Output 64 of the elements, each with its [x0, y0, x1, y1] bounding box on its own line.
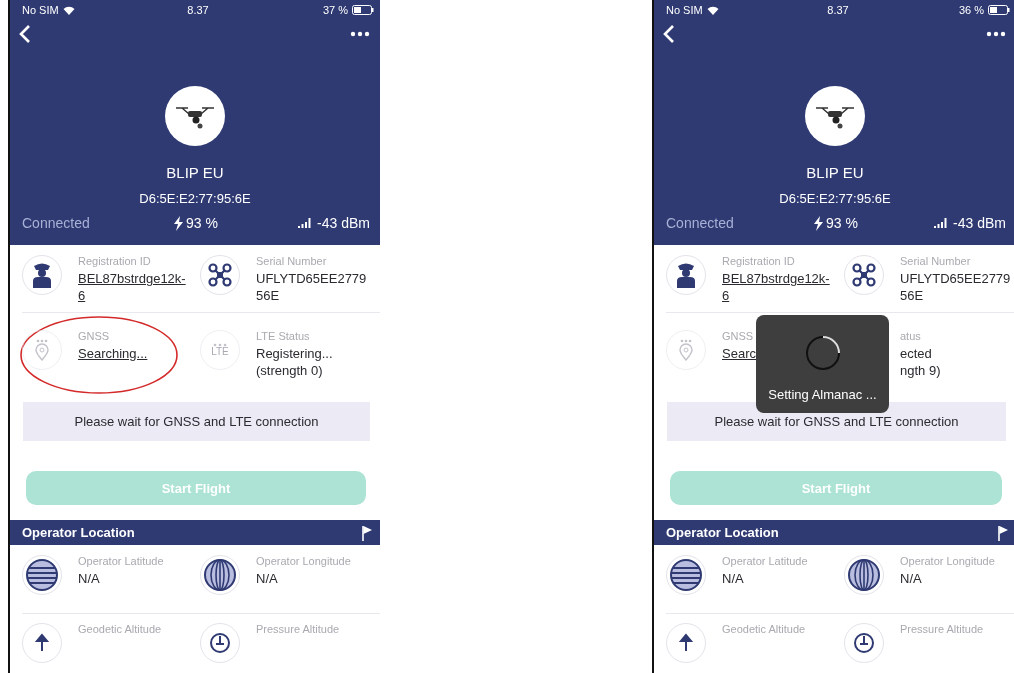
field-value: UFLYTD65EE277956E [256, 270, 367, 304]
field-value: N/A [722, 570, 745, 587]
field-value: ected ngth 9) [900, 345, 942, 379]
flag-icon [998, 524, 1008, 541]
battery-level-text: 93 % [186, 215, 218, 231]
signal-strength-text: -43 dBm [317, 215, 370, 231]
battery-icon [352, 5, 374, 15]
field-link[interactable]: BEL87bstrdge12k-6 [78, 270, 189, 304]
device-name: BLIP EU [166, 164, 224, 181]
connection-status: Connected [22, 215, 91, 231]
field-value: N/A [900, 570, 923, 587]
clock-text: 8.37 [187, 4, 209, 16]
back-button[interactable] [18, 24, 32, 44]
back-button[interactable] [662, 24, 676, 44]
field-value: N/A [78, 570, 101, 587]
field-link[interactable]: BEL87bstrdge12k-6 [722, 270, 833, 304]
battery-icon [988, 5, 1010, 15]
field-link[interactable]: Searching... [78, 345, 189, 362]
field-label: LTE Status [256, 330, 311, 342]
field-label: Operator Longitude [900, 555, 996, 567]
field-value: N/A [256, 570, 279, 587]
field-label: atus [900, 330, 922, 342]
flag-icon [362, 524, 372, 541]
field-label: Serial Number [256, 255, 328, 267]
field-label: Operator Longitude [256, 555, 352, 567]
field-label: Serial Number [900, 255, 972, 267]
field-value: UFLYTD65EE277956E [900, 270, 1011, 304]
connection-status: Connected [666, 215, 735, 231]
more-button[interactable] [986, 31, 1006, 37]
overlay-message: Setting Almanac ... [768, 387, 877, 402]
signal-icon [934, 218, 948, 228]
field-label: Registration ID [722, 255, 796, 267]
battery-text: 37 % [322, 4, 348, 16]
wifi-icon [62, 5, 75, 15]
device-address: D6:5E:E2:77:95:6E [139, 191, 251, 206]
wifi-icon [706, 5, 719, 15]
more-button[interactable] [350, 31, 370, 37]
drone-avatar [805, 86, 865, 146]
lightning-icon [174, 215, 184, 231]
signal-strength-text: -43 dBm [953, 215, 1006, 231]
field-label: GNSS [78, 330, 111, 342]
field-label: Pressure Altitude [900, 623, 985, 635]
field-label: Operator Latitude [722, 555, 809, 567]
battery-text: 36 % [958, 4, 984, 16]
field-value: Registering... (strength 0) [256, 345, 334, 379]
section-title: Operator Location [666, 525, 779, 540]
device-address: D6:5E:E2:77:95:6E [779, 191, 891, 206]
field-label: Pressure Altitude [256, 623, 341, 635]
notice-banner: Please wait for GNSS and LTE connection [23, 402, 370, 441]
field-label: Geodetic Altitude [722, 623, 807, 635]
field-label: Registration ID [78, 255, 152, 267]
field-label: GNSS [722, 330, 755, 342]
device-name: BLIP EU [806, 164, 864, 181]
carrier-text: No SIM [22, 4, 59, 16]
drone-avatar [165, 86, 225, 146]
battery-level-text: 93 % [826, 215, 858, 231]
clock-text: 8.37 [827, 4, 849, 16]
signal-icon [298, 218, 312, 228]
spinner-icon [804, 335, 841, 371]
field-label: Operator Latitude [78, 555, 165, 567]
lightning-icon [814, 215, 824, 231]
field-label: Geodetic Altitude [78, 623, 163, 635]
section-title: Operator Location [22, 525, 135, 540]
carrier-text: No SIM [666, 4, 703, 16]
